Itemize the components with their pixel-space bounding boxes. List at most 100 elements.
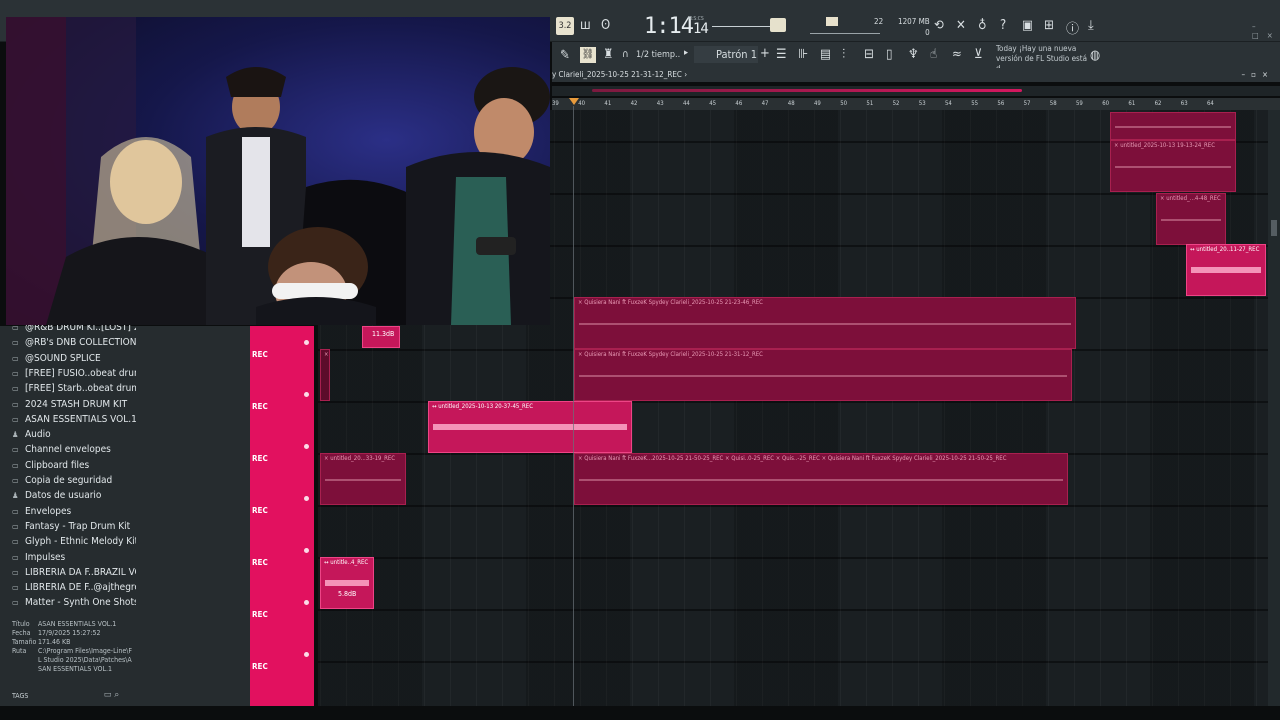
ruler-tick: 48 (787, 100, 795, 107)
snap-selector[interactable]: 1/2 tiemp.. (636, 50, 680, 60)
audio-clip[interactable]: × Quisiera Nani ft FuxzeK Spydey Clariel… (574, 349, 1072, 401)
clip-caption: × Quisiera Nani ft FuxzeK Spydey Clariel… (578, 351, 763, 358)
browser-item[interactable]: ▭ [FREE] FUSIO..obeat drumkit (12, 368, 136, 379)
audio-clip[interactable]: × (320, 349, 330, 401)
ruler-tick: 59 (1076, 100, 1083, 107)
info-icon[interactable]: ⓘ (1066, 18, 1079, 37)
track-led-icon[interactable] (304, 444, 309, 449)
browser-item[interactable]: ▭ Glyph - Ethnic Melody Kit (12, 536, 136, 547)
pencil-icon[interactable]: ✎ (560, 48, 570, 63)
track-label[interactable]: REC (252, 662, 268, 671)
timeline-ruler[interactable]: 39 40 41 42 43 44 45 46 47 48 49 50 51 52 53 54 55 56 57 58… (552, 98, 1280, 110)
browser-item[interactable]: ▭ Matter - Synth One Shots (12, 597, 136, 608)
playlist-title-bar[interactable]: y Clarieli_2025-10-25 21-31-12_REC › –▫× (552, 68, 1280, 82)
clipboard-icon[interactable]: ▯ (886, 47, 892, 62)
browser-item[interactable]: ▭ Impulses (12, 552, 136, 563)
browser-item[interactable]: ♟ Datos de usuario (12, 490, 136, 501)
plugin-icon[interactable]: ⊞ (1044, 18, 1054, 33)
audio-clip[interactable]: ↔ untitle..4_REC (320, 557, 374, 609)
folder-icon[interactable]: ▭ (104, 690, 112, 700)
browser-item[interactable]: ▭ Copia de seguridad (12, 475, 136, 486)
add-pattern-icon[interactable]: + (760, 46, 770, 61)
mode-button[interactable]: 3.2 (556, 17, 574, 35)
window-controls[interactable]: –□× (1252, 22, 1280, 40)
globe-icon[interactable]: ◍ (1090, 48, 1100, 63)
save-icon[interactable]: ▣ (1022, 18, 1033, 33)
touch-icon[interactable]: ☝ (930, 47, 937, 62)
stamp-icon[interactable]: ♜ (603, 47, 614, 62)
master-pitch-line[interactable] (810, 33, 880, 34)
browser-item[interactable]: ▭ @RB's DNB COLLECTION (12, 337, 136, 348)
typing-keyboard-icon[interactable]: ш (580, 18, 591, 33)
plug-icon[interactable]: ♆ (908, 47, 919, 62)
wave-icon[interactable]: ≈ (952, 47, 962, 62)
help-icon[interactable]: ? (1000, 18, 1006, 33)
audio-clip[interactable]: × Quisiera Nani ft FuxzeK...2025-10-25 2… (574, 453, 1068, 505)
cart-icon[interactable]: ⊻ (974, 47, 983, 62)
folder-icon: ▭ (12, 460, 19, 470)
track-led-icon[interactable] (304, 652, 309, 657)
browser-item[interactable]: ▭ Channel envelopes (12, 444, 136, 455)
audio-clip[interactable]: × Quisiera Nani ft FuxzeK Spydey Clariel… (574, 297, 1076, 349)
browser-item[interactable]: ▭ Clipboard files (12, 460, 136, 471)
audio-clip[interactable]: ↔ untitled_2025-10-13 20-37-45_REC (428, 401, 632, 453)
track-header-column[interactable] (250, 326, 314, 706)
track-label[interactable]: REC (252, 610, 268, 619)
tags-label[interactable]: TAGS (12, 692, 28, 700)
playhead-marker-icon[interactable] (569, 98, 579, 105)
track-label[interactable]: REC (252, 402, 268, 411)
browser-item[interactable]: ▭ 2024 STASH DRUM KIT (12, 399, 136, 410)
arrow-right-icon[interactable]: ▸ (684, 48, 688, 58)
folder-icon: ▭ (12, 476, 19, 485)
browser-icon[interactable]: ⊟ (864, 47, 874, 62)
channel-rack-icon[interactable]: ▤ (820, 47, 831, 62)
metronome-icon[interactable]: ʘ (601, 18, 610, 33)
browser-item[interactable]: ▭ @SOUND SPLICE (12, 353, 136, 364)
audio-clip[interactable]: ↔ untitled_20..11-27_REC (1186, 244, 1266, 296)
mixer-icon[interactable]: ⫶ (842, 47, 845, 62)
browser-item[interactable]: ▭ LIBRERIA DA F..BRAZIL VOL 1 (12, 567, 136, 578)
download-icon[interactable]: ⤓ (1088, 18, 1094, 33)
track-led-icon[interactable] (304, 600, 309, 605)
webcam-overlay (6, 17, 550, 325)
close-tools-icon[interactable]: ✕ (956, 18, 966, 33)
ruler-tick: 58 (1049, 100, 1057, 107)
browser-item-label: @SOUND SPLICE (25, 352, 101, 364)
horizontal-scroll-thumb[interactable] (592, 89, 1022, 92)
track-label[interactable]: REC (252, 558, 268, 567)
link-icon[interactable]: ⛓ (580, 47, 596, 63)
track-label[interactable]: REC (252, 506, 268, 515)
browser-item[interactable]: ▭ LIBRERIA DE F..@ajthegrease (12, 582, 136, 593)
audio-clip[interactable]: × untitled_2025-10-13 19-13-24_REC (1110, 140, 1236, 192)
track-label[interactable]: REC (252, 454, 268, 463)
track-led-icon[interactable] (304, 496, 309, 501)
clip-caption: × (324, 351, 329, 358)
clip-caption: ↔ untitled_2025-10-13 20-37-45_REC (432, 403, 533, 410)
browser-item[interactable]: ▭ Envelopes (12, 506, 136, 517)
horizontal-scrollbar[interactable] (552, 86, 1280, 96)
undo-icon[interactable]: ⟲ (934, 18, 944, 33)
search-icon[interactable]: ⌕ (114, 690, 119, 700)
browser-item-label: Envelopes (25, 505, 72, 517)
browser-item[interactable]: ▭ Fantasy - Trap Drum Kit (12, 521, 136, 532)
folder-icon: ▭ (12, 368, 19, 378)
audio-clip[interactable] (1110, 112, 1236, 140)
piano-roll-icon[interactable]: ⊪ (798, 47, 808, 62)
browser-item[interactable]: ▭ [FREE] Starb..obeat drumkit (12, 383, 136, 394)
track-led-icon[interactable] (304, 392, 309, 397)
vertical-scrollbar[interactable] (1268, 110, 1280, 706)
playlist-window-controls[interactable]: –▫× (1241, 68, 1274, 82)
audio-clip[interactable]: × untitled_...4-48_REC (1156, 193, 1226, 245)
tempo-slider[interactable] (770, 18, 786, 32)
vertical-scroll-thumb[interactable] (1271, 220, 1277, 236)
pattern-selector[interactable]: Patrón 1 (694, 46, 758, 63)
track-label[interactable]: REC (252, 350, 268, 359)
audio-clip[interactable]: × untitled_20...33-19_REC (320, 453, 406, 505)
magnet-icon[interactable]: ∩ (622, 49, 629, 60)
browser-item[interactable]: ♟ Audio (12, 429, 136, 440)
playlist-icon[interactable]: ☰ (776, 47, 787, 62)
microphone-icon[interactable]: ♁ (978, 18, 987, 33)
track-led-icon[interactable] (304, 548, 309, 553)
track-led-icon[interactable] (304, 340, 309, 345)
browser-item[interactable]: ▭ ASAN ESSENTIALS VOL.1 (12, 414, 136, 425)
